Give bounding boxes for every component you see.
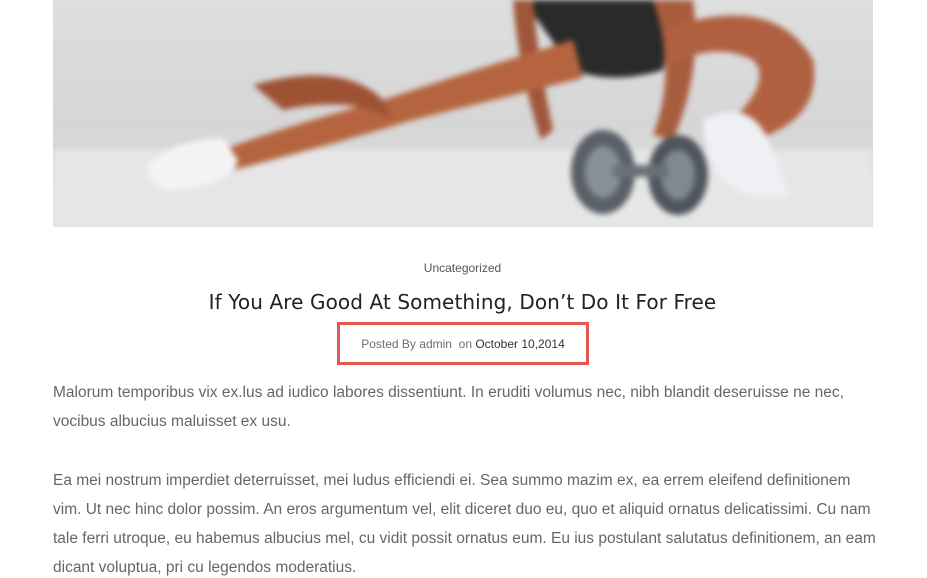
blog-post-page: Uncategorized If You Are Good At Somethi… xyxy=(0,0,927,578)
featured-image[interactable] xyxy=(53,0,873,227)
on-label: on xyxy=(458,337,472,351)
posted-by-label: Posted By xyxy=(361,337,416,351)
post-meta: Posted By admin on October 10,2014 xyxy=(340,337,586,351)
post-date-link[interactable]: October 10,2014 xyxy=(475,337,564,351)
author-link[interactable]: admin xyxy=(419,337,452,351)
fitness-photo-illustration xyxy=(53,0,873,227)
post-category-link[interactable]: Uncategorized xyxy=(0,261,925,275)
post-title[interactable]: If You Are Good At Something, Don’t Do I… xyxy=(0,290,925,314)
post-paragraph-2: Ea mei nostrum imperdiet deterruisset, m… xyxy=(53,472,876,576)
post-paragraph-1: Malorum temporibus vix ex.lus ad iudico … xyxy=(53,384,844,430)
